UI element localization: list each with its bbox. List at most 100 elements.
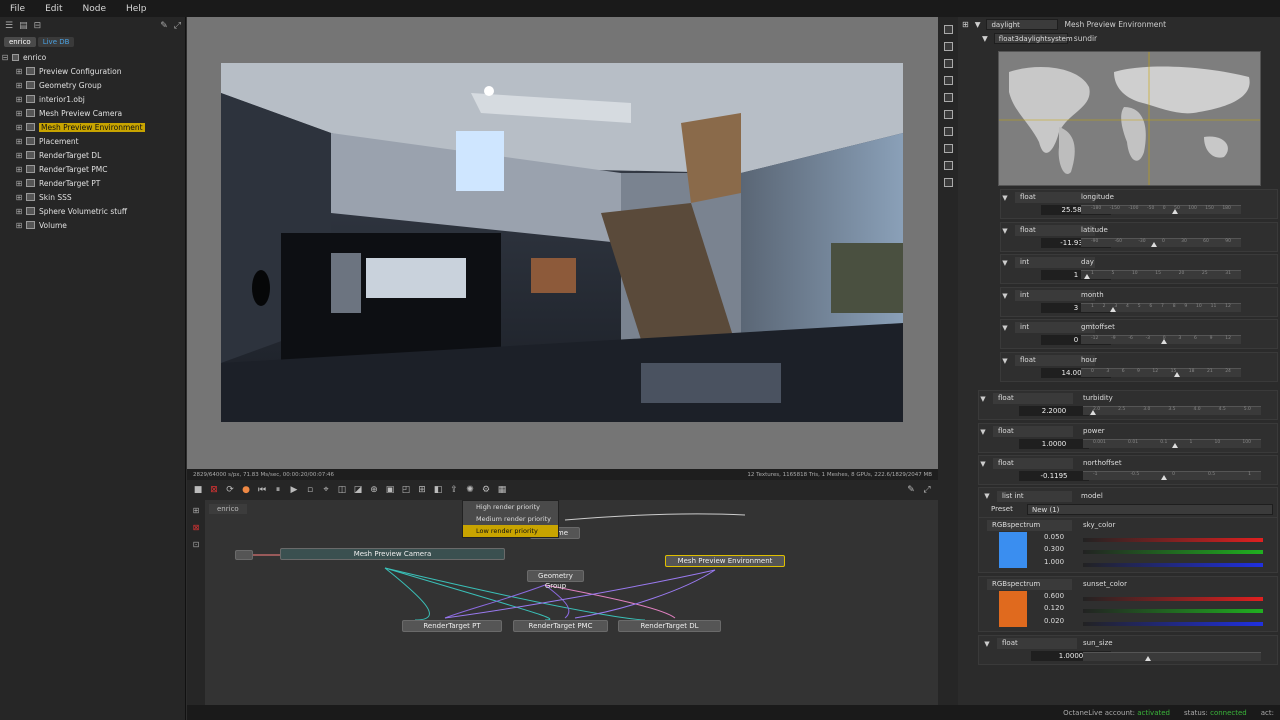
wrench-icon[interactable]: ✎ [906,485,916,495]
tab-enrico[interactable]: enrico [4,37,36,47]
param-value[interactable]: -0.1195 [1019,471,1089,481]
node-rendertarget-pt[interactable]: RenderTarget PT [402,620,502,632]
tree-item[interactable]: ⊞ RenderTarget PMC [0,162,185,176]
image-icon[interactable] [943,127,953,136]
expand-icon[interactable]: ⊞ [14,221,24,230]
expand-icon[interactable]: ⊞ [14,179,24,188]
expand-icon[interactable]: ⊞ [14,81,24,90]
chevron-down-icon[interactable]: ▼ [978,394,988,404]
restart-icon[interactable]: ⏮ [257,485,267,495]
color-wheel-icon[interactable]: ● [241,485,251,495]
expand-icon[interactable]: ⊞ [14,193,24,202]
texture-icon[interactable] [943,76,953,85]
slider-knob[interactable] [1151,241,1158,247]
menu-edit[interactable]: Edit [35,4,72,14]
graph-icon[interactable]: ⊞ [187,506,205,515]
slider-knob[interactable] [1161,475,1168,480]
sky-blue-slider[interactable] [1083,563,1263,567]
slider-knob[interactable] [1172,209,1179,214]
tree-item[interactable]: ⊞ Skin SSS [0,190,185,204]
graph-icon[interactable] [943,42,953,51]
sun-position-map[interactable] [998,51,1261,186]
tree-item[interactable]: ⊞ Volume [0,218,185,232]
sky-red-value[interactable]: 0.050 [1044,533,1064,541]
outliner-icon[interactable] [943,25,953,34]
expand-icon[interactable]: ⊞ [14,151,24,160]
tree-item[interactable]: ⊞ Preview Configuration [0,64,185,78]
priority-icon[interactable]: ◰ [401,485,411,495]
stop-icon[interactable]: ■ [193,485,203,495]
chevron-down-icon[interactable]: ▼ [982,491,992,501]
pause-icon[interactable]: ⏸ [273,485,283,495]
slider-knob[interactable] [1145,656,1152,661]
chevron-down-icon[interactable]: ▼ [982,639,992,649]
tree-item[interactable]: ⊞ Geometry Group [0,78,185,92]
sky-green-slider[interactable] [1083,550,1263,554]
maximize-icon[interactable]: ⤢ [174,21,181,31]
sunset-blue-slider[interactable] [1083,622,1263,626]
chevron-down-icon[interactable]: ▼ [1000,193,1010,203]
sunset-color-type[interactable]: RGBspectrum [987,579,1072,590]
node-rendertarget-dl[interactable]: RenderTarget DL [618,620,721,632]
sunset-green-slider[interactable] [1083,609,1263,613]
sunset-red-slider[interactable] [1083,597,1263,601]
placement-node[interactable] [235,550,253,560]
viewport-icon[interactable]: ◫ [337,485,347,495]
play-icon[interactable]: ▶ [289,485,299,495]
param-slider[interactable]: 1 5 10 15 20 25 31 [1081,270,1241,279]
camera-icon[interactable]: ◪ [353,485,363,495]
node-rendertarget-pmc[interactable]: RenderTarget PMC [513,620,608,632]
settings-icon[interactable]: ⚙ [481,485,491,495]
param-slider[interactable]: 1 2 3 4 5 6 7 8 9 10 11 12 [1081,302,1241,312]
expand-icon[interactable]: ⊞ [14,95,24,104]
tree-item[interactable]: ⊞ RenderTarget DL [0,148,185,162]
expand-icon[interactable]: ⊞ [962,20,969,29]
chevron-down-icon[interactable]: ▼ [978,459,988,469]
param-value[interactable]: 2.2000 [1019,406,1089,416]
collapse-icon[interactable]: ⊟ [0,53,10,62]
chevron-down-icon[interactable]: ▼ [1000,258,1010,268]
export-icon[interactable]: ⇪ [449,485,459,495]
sunset-blue-value[interactable]: 0.020 [1044,617,1064,625]
tree-item[interactable]: ⊞ Mesh Preview Environment [0,120,185,134]
tree-item[interactable]: ⊞ Sphere Volumetric stuff [0,204,185,218]
node-icon[interactable]: ⊡ [187,540,205,549]
sky-color-swatch[interactable] [999,532,1027,568]
param-slider[interactable]: 0.001 0.01 0.1 1 10 100 [1083,438,1261,448]
slider-knob[interactable] [1173,371,1180,377]
chevron-down-icon[interactable]: ▼ [978,427,988,437]
node-geometry-group[interactable]: Geometry Group [527,570,584,590]
tree-icon[interactable]: ⊟ [34,21,42,31]
hdr-icon[interactable]: ▦ [497,485,507,495]
tree-root[interactable]: ⊟ enrico [0,50,185,64]
menu-item-low-priority[interactable]: Low render priority [463,525,558,537]
menu-file[interactable]: File [0,4,35,14]
sun-icon[interactable]: ✺ [465,485,475,495]
chevron-down-icon[interactable]: ▼ [1000,226,1010,236]
slider-knob[interactable] [1084,274,1091,279]
menu-help[interactable]: Help [116,4,157,14]
node-canvas[interactable]: enrico Mesh Preview Camera Volume Geomet… [205,500,938,713]
expand-icon[interactable]: ⊞ [14,207,24,216]
chevron-down-icon[interactable]: ▼ [1000,291,1010,301]
node-mesh-preview-environment[interactable]: Mesh Preview Environment [665,555,785,567]
sunset-red-value[interactable]: 0.600 [1044,592,1064,600]
chevron-down-icon[interactable]: ▼ [1000,356,1010,366]
sun-size-type[interactable]: float [997,638,1077,649]
param-slider[interactable]: -90 -60 -30 0 30 60 90 [1081,237,1241,247]
param-slider[interactable]: -12 -9 -6 -3 0 3 6 9 12 [1081,335,1241,344]
param-slider[interactable]: 0 3 6 9 12 15 18 21 24 [1081,367,1241,377]
slider-knob[interactable] [1161,339,1167,344]
delete-icon[interactable]: ⊠ [187,523,205,532]
tab-live-db[interactable]: Live DB [37,37,75,47]
tree-item[interactable]: ⊞ Mesh Preview Camera [0,106,185,120]
rotate-icon[interactable]: ⟳ [225,485,235,495]
kernel-icon[interactable] [943,161,953,170]
material-icon[interactable] [943,59,953,68]
expand-icon[interactable]: ☰ [5,21,13,31]
sky-blue-value[interactable]: 1.000 [1044,558,1064,566]
environment-icon[interactable] [943,110,953,119]
menu-item-medium-priority[interactable]: Medium render priority [463,513,558,525]
sunset-color-swatch[interactable] [999,591,1027,627]
camera-icon[interactable] [943,93,953,102]
